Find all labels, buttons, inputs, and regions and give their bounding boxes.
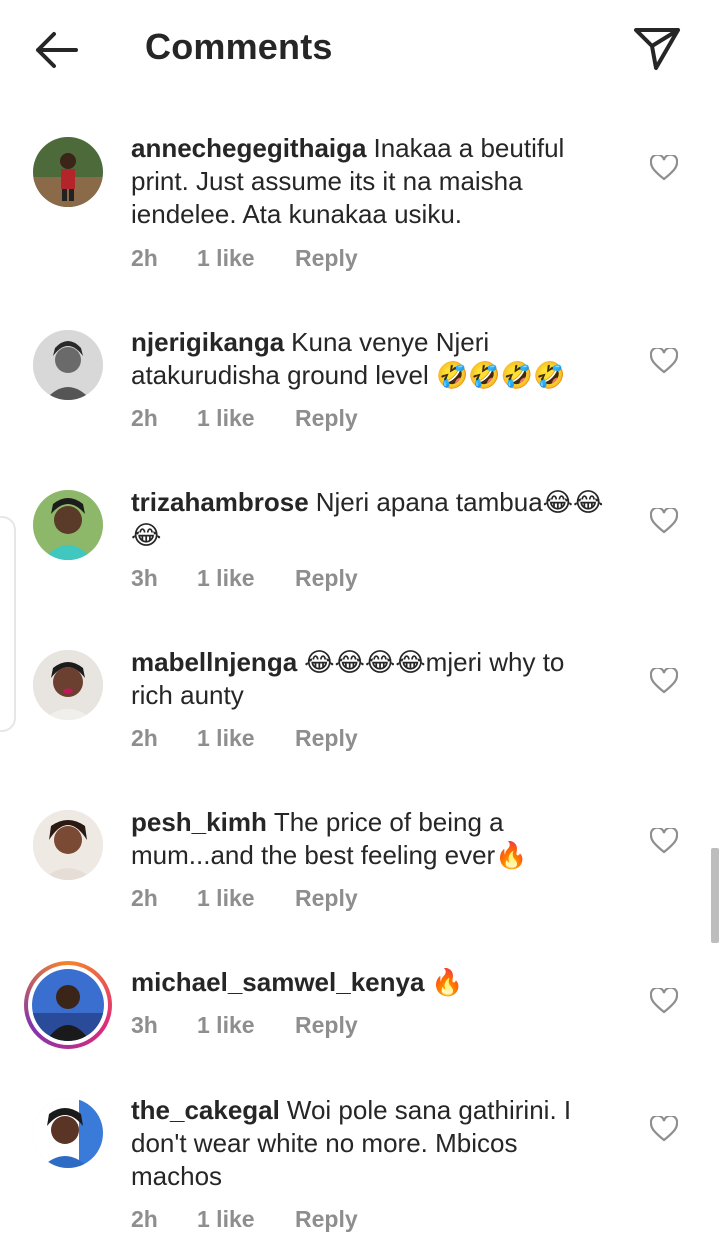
comment-username[interactable]: trizahambrose xyxy=(131,487,309,517)
likes-count[interactable]: 1 like xyxy=(197,725,255,752)
avatar-with-story-ring[interactable] xyxy=(24,961,112,1049)
heart-icon[interactable] xyxy=(650,348,678,374)
avatar[interactable] xyxy=(33,650,103,720)
comment-time: 2h xyxy=(131,245,158,271)
reply-button[interactable]: Reply xyxy=(295,1206,358,1233)
comment-time: 2h xyxy=(131,885,158,911)
reply-button[interactable]: Reply xyxy=(295,565,358,592)
comment-username[interactable]: mabellnjenga xyxy=(131,647,297,677)
reply-button[interactable]: Reply xyxy=(295,405,358,432)
page-title: Comments xyxy=(145,26,333,67)
arrow-left-icon xyxy=(36,32,78,68)
avatar[interactable] xyxy=(33,490,103,560)
comment-username[interactable]: michael_samwel_kenya xyxy=(131,967,424,997)
reply-button[interactable]: Reply xyxy=(295,245,358,272)
comment-time: 3h xyxy=(131,1012,158,1038)
heart-icon[interactable] xyxy=(650,155,678,181)
comment-time: 2h xyxy=(131,405,158,431)
comment-username[interactable]: njerigikanga xyxy=(131,327,284,357)
heart-icon[interactable] xyxy=(650,828,678,854)
avatar-image xyxy=(33,650,103,720)
avatar-image xyxy=(33,137,103,207)
likes-count[interactable]: 1 like xyxy=(197,1206,255,1233)
edge-panel-handle[interactable] xyxy=(0,516,16,732)
reply-button[interactable]: Reply xyxy=(295,1012,358,1039)
comment-username[interactable]: annechegegithaiga xyxy=(131,133,367,163)
heart-icon[interactable] xyxy=(650,508,678,534)
top-bar: Comments xyxy=(0,0,720,100)
likes-count[interactable]: 1 like xyxy=(197,885,255,912)
back-button[interactable] xyxy=(30,28,82,72)
likes-count[interactable]: 1 like xyxy=(197,405,255,432)
avatar-image xyxy=(33,1098,103,1168)
reply-button[interactable]: Reply xyxy=(295,885,358,912)
comment-username[interactable]: pesh_kimh xyxy=(131,807,267,837)
avatar[interactable] xyxy=(33,137,103,207)
heart-icon[interactable] xyxy=(650,988,678,1014)
avatar[interactable] xyxy=(33,1098,103,1168)
avatar-image xyxy=(33,810,103,880)
avatar-image xyxy=(32,969,104,1041)
likes-count[interactable]: 1 like xyxy=(197,565,255,592)
scrollbar-thumb[interactable] xyxy=(711,848,719,943)
likes-count[interactable]: 1 like xyxy=(197,1012,255,1039)
comment-time: 2h xyxy=(131,725,158,751)
heart-icon[interactable] xyxy=(650,1116,678,1142)
avatar[interactable] xyxy=(33,330,103,400)
paper-plane-icon xyxy=(634,28,680,70)
avatar-image xyxy=(33,490,103,560)
likes-count[interactable]: 1 like xyxy=(197,245,255,272)
comment-username[interactable]: the_cakegal xyxy=(131,1095,280,1125)
avatar-image xyxy=(33,330,103,400)
comment-text: 🔥 xyxy=(431,967,464,997)
avatar[interactable] xyxy=(33,810,103,880)
comment-time: 2h xyxy=(131,1206,158,1232)
comment-time: 3h xyxy=(131,565,158,591)
share-button[interactable] xyxy=(628,22,684,74)
heart-icon[interactable] xyxy=(650,668,678,694)
reply-button[interactable]: Reply xyxy=(295,725,358,752)
